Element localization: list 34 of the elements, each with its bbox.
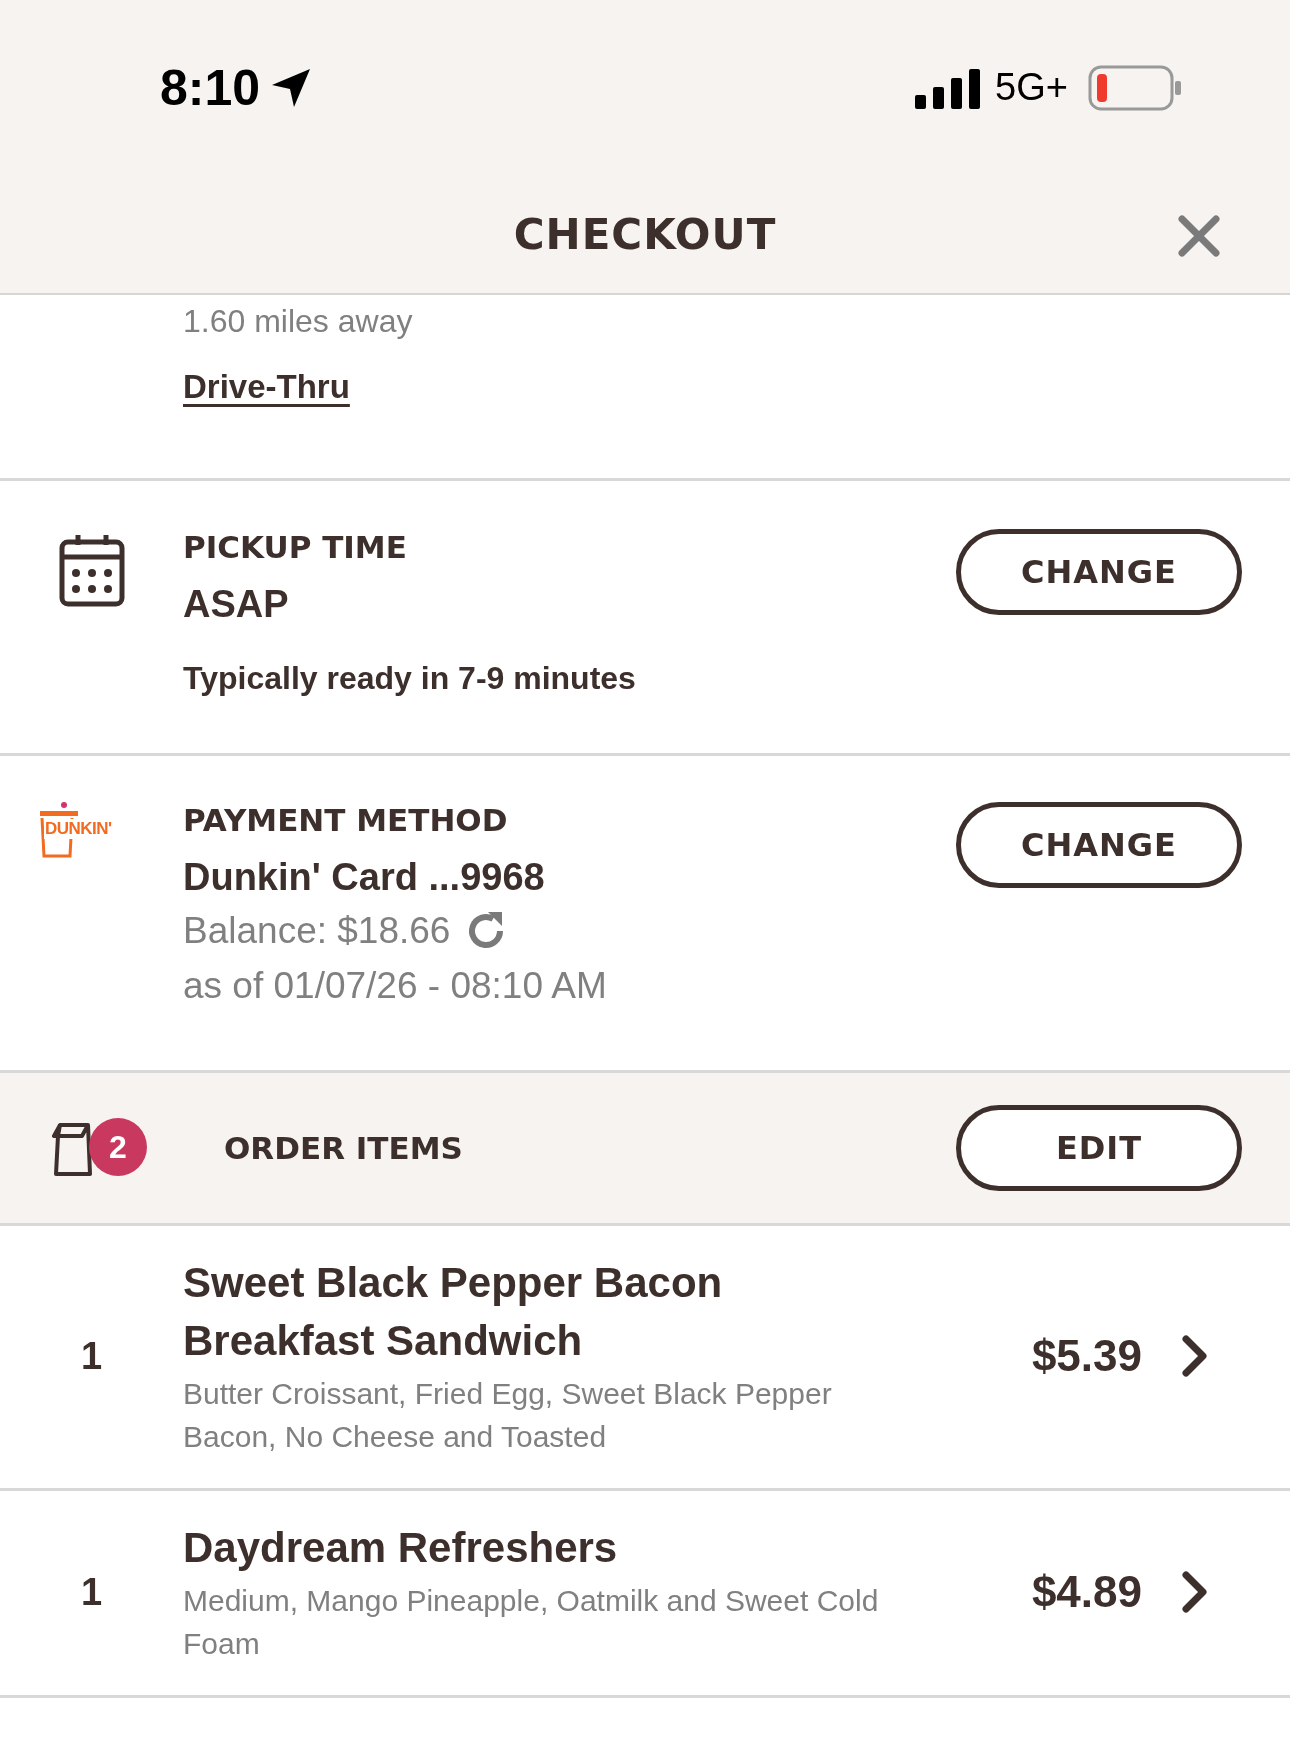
item-name: Sweet Black Pepper Bacon Breakfast Sandwich — [183, 1258, 724, 1366]
section-title: PAYMENT METHOD — [183, 802, 508, 838]
section-title: PICKUP TIME — [183, 529, 407, 565]
dunkin-logo: DUNKIN' — [34, 802, 132, 858]
balance-text: Balance: $18.66 — [183, 910, 451, 952]
item-quantity: 1 — [80, 1570, 103, 1614]
item-details: Butter Croissant, Fried Egg, Sweet Black Pepper Bacon, No Cheese and Toasted — [183, 1376, 833, 1455]
balance-timestamp: as of 01/07/26 - 08:10 AM — [183, 965, 607, 1007]
card-name: Dunkin' Card ...9968 — [183, 856, 545, 899]
pickup-time-value: ASAP — [183, 583, 289, 626]
distance-text: 1.60 miles away — [183, 303, 413, 340]
section-title: ORDER ITEMS — [224, 1130, 464, 1166]
drive-thru-link[interactable]: Drive-Thru — [183, 368, 350, 406]
change-button[interactable]: CHANGE — [956, 802, 1242, 888]
location-arrow-icon — [270, 66, 313, 109]
signal-icon — [915, 66, 982, 109]
chevron-right-icon[interactable] — [1182, 1571, 1208, 1613]
ready-time-note: Typically ready in 7-9 minutes — [183, 660, 636, 697]
item-quantity: 1 — [80, 1334, 103, 1378]
item-details: Medium, Mango Pineapple, Oatmilk and Sweet Cold Foam — [183, 1583, 880, 1662]
clock-time: 8:10 — [160, 58, 261, 117]
item-count-badge: 2 — [89, 1118, 147, 1176]
edit-button[interactable]: EDIT — [956, 1105, 1242, 1191]
item-price: $5.39 — [1031, 1331, 1142, 1381]
bag-icon — [52, 1122, 92, 1176]
network-label: 5G+ — [995, 66, 1068, 109]
chevron-right-icon[interactable] — [1182, 1335, 1208, 1377]
battery-icon — [1088, 64, 1182, 111]
calendar-icon — [58, 533, 125, 607]
page-title: CHECKOUT — [513, 209, 777, 259]
change-button[interactable]: CHANGE — [956, 529, 1242, 615]
item-price: $4.89 — [1031, 1567, 1142, 1617]
close-icon[interactable] — [1178, 215, 1220, 257]
item-name: Daydream Refreshers — [183, 1523, 618, 1573]
